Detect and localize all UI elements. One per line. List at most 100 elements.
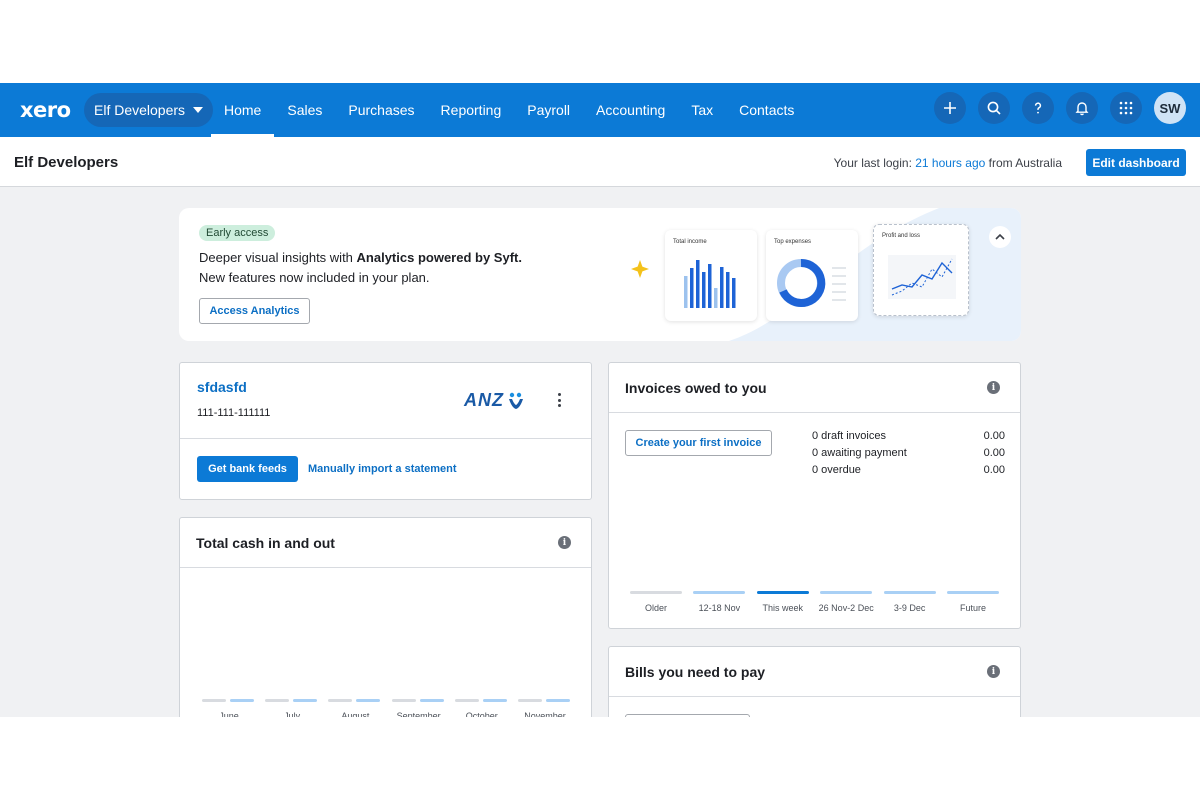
last-login-info: Your last login: 21 hours ago from Austr… [834, 156, 1062, 170]
summary-label: 0 awaiting payment [812, 447, 907, 459]
info-icon[interactable]: i [987, 665, 1000, 678]
access-analytics-button[interactable]: Access Analytics [199, 298, 310, 324]
xero-dashboard: xero Elf Developers Home Sales Purchases… [0, 83, 1200, 717]
summary-row-draft[interactable]: 0 draft invoices 0.00 [812, 430, 1005, 442]
bank-account-name-link[interactable]: sfdasfd [197, 379, 247, 395]
nav-accounting[interactable]: Accounting [583, 83, 678, 137]
month-axis-label: July [284, 711, 301, 717]
sparkle-star-icon [631, 260, 649, 278]
summary-label: 0 overdue [812, 464, 861, 476]
total-income-preview-card: Total income [665, 230, 757, 321]
chevron-down-icon [193, 107, 204, 113]
cash-out-bar [419, 699, 444, 702]
period-bar[interactable] [883, 591, 936, 594]
create-first-invoice-button[interactable]: Create your first invoice [625, 430, 772, 456]
cash-out-bar [230, 699, 254, 702]
cash-in-bar [328, 699, 353, 702]
nav-purchases[interactable]: Purchases [335, 83, 427, 137]
panel-header: Bills you need to pay i [609, 647, 1020, 697]
summary-label: 0 draft invoices [812, 430, 886, 442]
month-axis-label: August [341, 711, 370, 717]
get-bank-feeds-button[interactable]: Get bank feeds [197, 456, 298, 482]
last-login-prefix: Your last login: [833, 156, 916, 170]
bar-chart-graphic [684, 260, 736, 308]
panel-header: Total cash in and out i [180, 518, 591, 568]
period-axis-label: This week [762, 603, 804, 613]
edit-dashboard-button[interactable]: Edit dashboard [1086, 149, 1186, 176]
apps-grid-icon[interactable] [1110, 92, 1142, 124]
cash-out-bar [546, 699, 570, 702]
line-chart-graphic [888, 255, 956, 299]
info-icon[interactable]: i [558, 536, 571, 549]
cash-out-bar [356, 699, 381, 702]
summary-row-overdue[interactable]: 0 overdue 0.00 [812, 464, 1005, 476]
plus-icon[interactable] [934, 92, 966, 124]
nav-reporting[interactable]: Reporting [428, 83, 515, 137]
info-icon[interactable]: i [987, 381, 1000, 394]
top-navigation-bar: xero Elf Developers Home Sales Purchases… [0, 83, 1200, 137]
nav-sales[interactable]: Sales [274, 83, 335, 137]
total-cash-panel: Total cash in and out i June July August Se… [179, 517, 592, 717]
banner-headline: Deeper visual insights with Analytics po… [199, 250, 522, 265]
last-login-suffix: from Australia [985, 156, 1062, 170]
period-axis-label: Future [959, 603, 986, 613]
period-axis-label: 12-18 Nov [698, 603, 741, 613]
month-axis-label: October [465, 711, 498, 717]
analytics-banner: Early access Deeper visual insights with… [179, 208, 1021, 341]
bank-account-panel: sfdasfd 111-111-111111 ANZ Get bank feed… [179, 362, 592, 500]
collapse-banner-chevron-up-icon[interactable] [989, 226, 1011, 248]
nav-home[interactable]: Home [211, 83, 275, 137]
anz-people-icon [509, 392, 523, 409]
panel-title: Bills you need to pay [625, 664, 766, 680]
main-menu: Home Sales Purchases Reporting Payroll A… [211, 83, 807, 137]
profit-and-loss-preview-card: Profit and loss [873, 224, 969, 316]
manually-import-statement-link[interactable]: Manually import a statement [308, 463, 457, 475]
cash-in-bar [391, 699, 416, 702]
period-axis-label: Older [644, 603, 667, 613]
bank-logo-text: ANZ [464, 390, 504, 410]
bills-action-button[interactable] [625, 714, 750, 717]
top-expenses-preview-card: Top expenses [766, 230, 858, 321]
search-icon[interactable] [978, 92, 1010, 124]
organisation-switcher[interactable]: Elf Developers [84, 93, 214, 127]
bell-icon[interactable] [1066, 92, 1098, 124]
account-options-kebab-icon[interactable] [557, 393, 561, 407]
banner-headline-bold: Analytics powered by Syft. [356, 250, 522, 265]
last-login-time-link[interactable]: 21 hours ago [915, 156, 985, 170]
cash-in-bar [202, 699, 226, 702]
nav-tax[interactable]: Tax [678, 83, 726, 137]
bank-account-number: 111-111-111111 [197, 407, 271, 419]
xero-logo[interactable]: xero [20, 98, 71, 122]
period-bar[interactable] [756, 591, 809, 594]
page-title: Elf Developers [14, 154, 119, 171]
invoices-owed-panel: Invoices owed to you i Create your first… [608, 362, 1021, 629]
help-icon[interactable] [1022, 92, 1054, 124]
cash-out-bar [293, 699, 318, 702]
nav-payroll[interactable]: Payroll [514, 83, 583, 137]
panel-title: Invoices owed to you [625, 380, 767, 396]
banner-headline-text: Deeper visual insights with [199, 250, 357, 265]
cash-in-bar [265, 699, 290, 702]
cash-out-bar [482, 699, 507, 702]
period-bar[interactable] [947, 591, 999, 594]
summary-value: 0.00 [983, 430, 1005, 442]
summary-value: 0.00 [983, 464, 1005, 476]
nav-actions: SW [934, 92, 1186, 124]
period-bar[interactable] [820, 591, 873, 594]
donut-chart-graphic [777, 258, 846, 307]
summary-row-awaiting[interactable]: 0 awaiting payment 0.00 [812, 447, 1005, 459]
period-bar[interactable] [693, 591, 746, 594]
period-bar[interactable] [630, 591, 682, 594]
cash-in-bar [454, 699, 479, 702]
period-axis-label: 3-9 Dec [893, 603, 926, 613]
nav-contacts[interactable]: Contacts [726, 83, 807, 137]
user-avatar[interactable]: SW [1154, 92, 1186, 124]
anz-bank-logo: ANZ [464, 390, 525, 411]
organisation-switcher-label: Elf Developers [94, 102, 186, 118]
month-axis-label: November [524, 711, 566, 717]
panel-header: Invoices owed to you i [609, 363, 1020, 413]
divider [180, 438, 591, 439]
cash-in-bar [518, 699, 542, 702]
mini-card-title: Top expenses [774, 239, 812, 245]
mini-card-title: Total income [673, 239, 707, 245]
